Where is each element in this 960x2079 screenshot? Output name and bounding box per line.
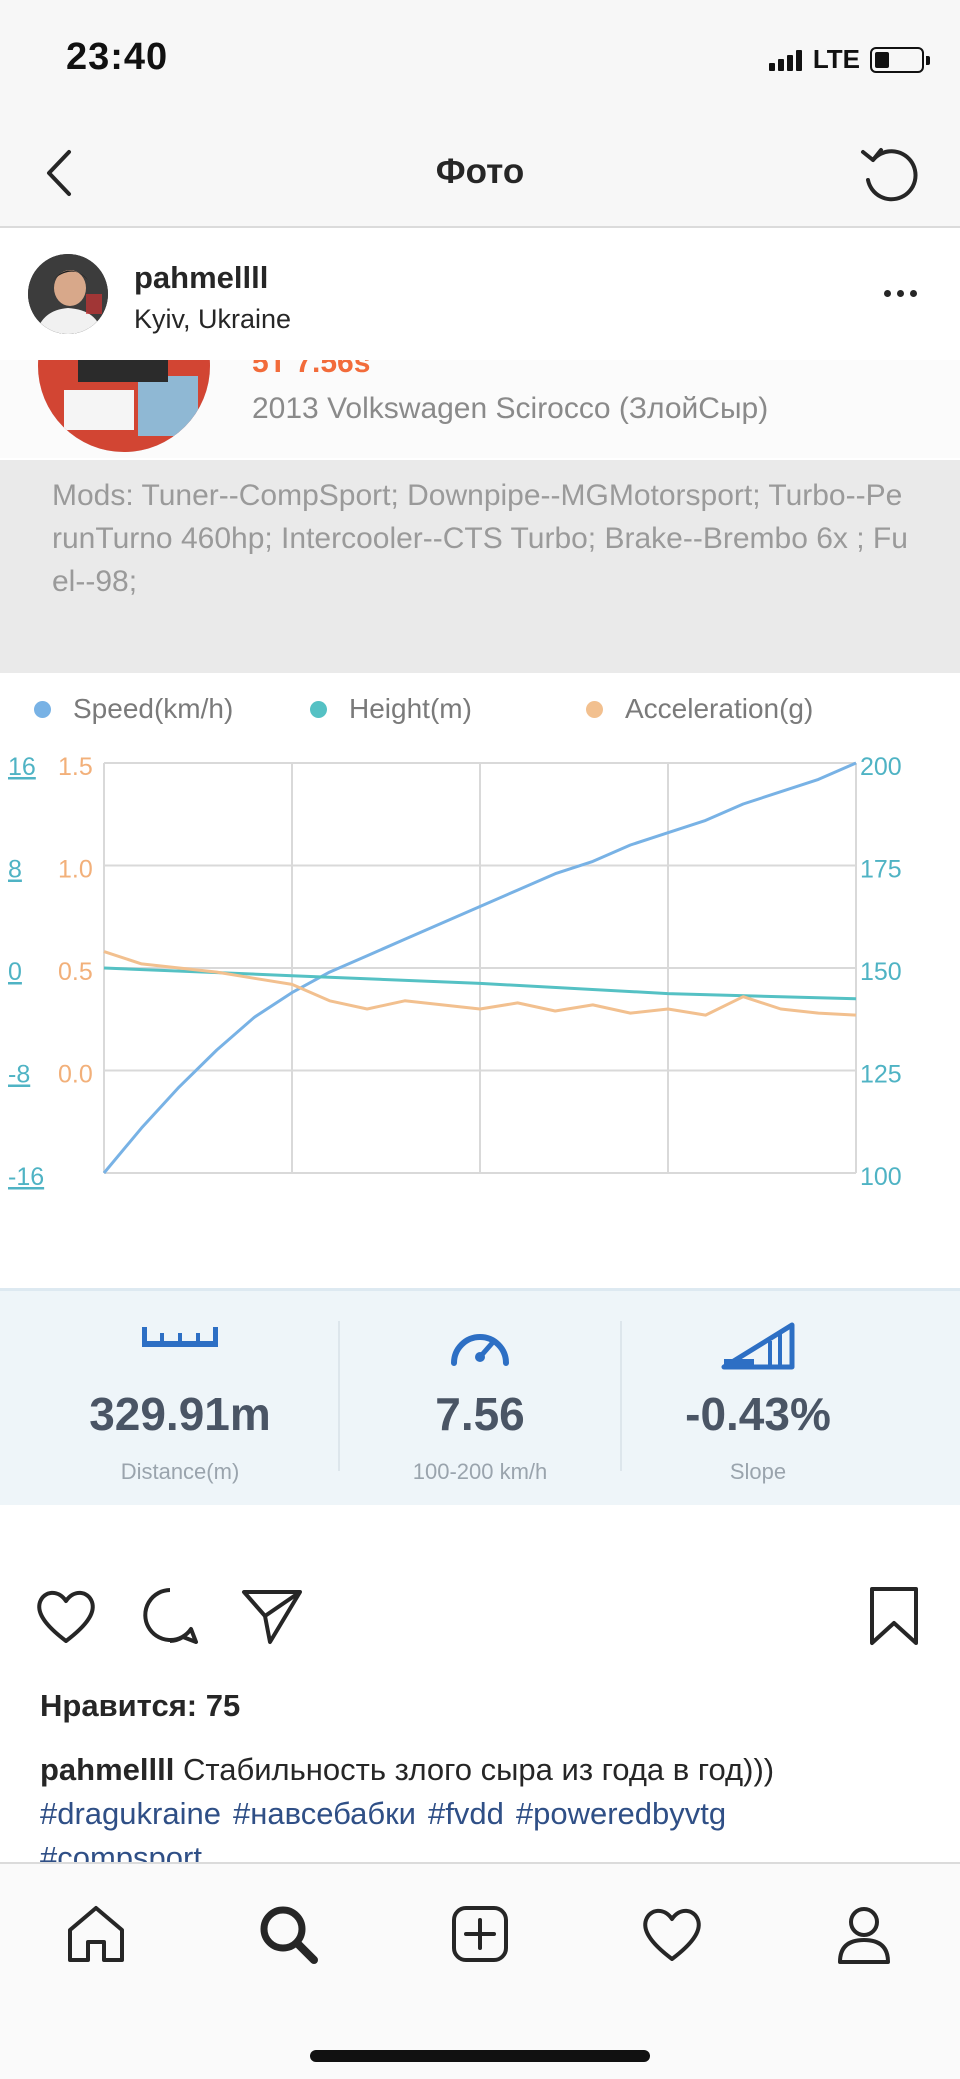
legend-label-acceleration: Acceleration(g) <box>625 693 814 724</box>
stat-slope: -0.43% Slope <box>608 1291 908 1505</box>
tab-home[interactable] <box>60 1898 132 1970</box>
legend-dot-height <box>310 700 327 718</box>
post-actions <box>0 1580 960 1670</box>
status-bar: 23:40 LTE <box>0 0 960 118</box>
y-left2-tick-label: 0.5 <box>58 958 93 986</box>
tab-profile[interactable] <box>828 1898 900 1970</box>
save-button[interactable] <box>858 1580 930 1652</box>
activity-icon <box>643 1908 701 1961</box>
tab-new-post[interactable] <box>444 1898 516 1970</box>
network-label: LTE <box>812 44 860 74</box>
mods-box: Mods: Tuner--CompSport; Downpipe--MGMoto… <box>0 460 960 673</box>
caption: pahmellll Стабильность злого сыра из год… <box>40 1748 940 1792</box>
bookmark-icon <box>870 1587 918 1645</box>
speedometer-icon <box>330 1321 630 1371</box>
hashtag-link[interactable]: #dragukraine <box>40 1796 221 1831</box>
stat-time: 7.56 100-200 km/h <box>330 1291 630 1505</box>
y-left-tick-label: 8 <box>8 856 22 884</box>
stats-panel: 329.91m Distance(m) 7.56 100-200 km/h -0… <box>0 1288 960 1505</box>
y-left2-tick-label: 1.5 <box>58 753 93 781</box>
refresh-icon <box>861 148 918 202</box>
like-button[interactable] <box>30 1580 102 1652</box>
ruler-icon <box>30 1321 330 1371</box>
new-post-icon <box>452 1906 508 1962</box>
post-username[interactable]: pahmellll <box>134 260 268 296</box>
profile-icon <box>838 1907 890 1964</box>
y-right-tick-label: 175 <box>860 856 902 884</box>
y-left-tick-label: -16 <box>8 1163 44 1191</box>
y-left-tick-label: 0 <box>8 958 22 986</box>
hashtag-link[interactable]: #навсебабки <box>233 1796 416 1831</box>
avatar[interactable] <box>28 254 108 334</box>
slope-icon <box>608 1321 908 1371</box>
y-left-tick-label: -8 <box>8 1061 30 1089</box>
signal-icon <box>768 49 805 71</box>
refresh-button[interactable] <box>850 133 930 213</box>
y-left2-tick-label: 1.0 <box>58 856 93 884</box>
hashtag-link[interactable]: #poweredbyvtg <box>516 1796 726 1831</box>
more-options-button[interactable] <box>870 278 930 308</box>
heart-icon <box>37 1590 95 1643</box>
stat-time-label: 100-200 km/h <box>412 1459 548 1484</box>
y-left-tick-label: 16 <box>8 753 36 781</box>
stat-distance: 329.91m Distance(m) <box>30 1291 330 1505</box>
legend-dot-speed <box>34 700 51 718</box>
mods-text: Mods: Tuner--CompSport; Downpipe--MGMoto… <box>52 479 908 598</box>
y-right-tick-label: 200 <box>860 753 902 781</box>
legend-item-acceleration: Acceleration(g) <box>586 693 813 725</box>
caption-text: Стабильность злого сыра из года в год))) <box>183 1752 775 1787</box>
home-icon <box>68 1906 124 1962</box>
legend-label-height: Height(m) <box>349 693 472 724</box>
nav-bar: Фото <box>0 118 960 228</box>
page-title: Фото <box>435 152 525 191</box>
comment-button[interactable] <box>134 1580 206 1652</box>
send-icon <box>242 1590 302 1644</box>
home-indicator <box>310 2050 650 2062</box>
tab-activity[interactable] <box>636 1898 708 1970</box>
search-icon <box>260 1906 318 1964</box>
legend-label-speed: Speed(km/h) <box>73 693 234 724</box>
y-left2-tick-label: 0.0 <box>58 1061 93 1089</box>
chart: 16 8 0 -8 -16 1.5 1.0 0.5 0.0 200 175 150 125 100 <box>8 753 902 1191</box>
hashtag-link[interactable]: #fvdd <box>428 1796 504 1831</box>
photo-avatar <box>38 360 210 452</box>
battery-icon <box>870 46 930 73</box>
comment-icon <box>143 1588 198 1644</box>
post-location[interactable]: Kyiv, Ukraine <box>134 304 291 335</box>
chart-legend: Speed(km/h) Height(m) Acceleration(g) <box>0 673 960 743</box>
likes-count[interactable]: Нравится: 75 <box>40 1688 240 1724</box>
photo-header-area: 5T 7.56s 2013 Volkswagen Scirocco (ЗлойС… <box>0 360 960 458</box>
legend-item-height: Height(m) <box>310 693 472 725</box>
legend-item-speed: Speed(km/h) <box>34 693 233 725</box>
caption-username[interactable]: pahmellll <box>40 1752 174 1787</box>
legend-dot-acceleration <box>586 700 603 718</box>
stat-distance-label: Distance(m) <box>120 1459 240 1484</box>
photo-time-text: 5T 7.56s <box>252 360 371 379</box>
car-title: 2013 Volkswagen Scirocco (ЗлойСыр) <box>252 392 769 425</box>
stat-time-value: 7.56 <box>435 1388 525 1440</box>
tab-bar <box>0 1862 960 2079</box>
status-indicators: LTE <box>768 44 930 75</box>
y-right-tick-label: 150 <box>860 958 902 986</box>
y-right-tick-label: 125 <box>860 1061 902 1089</box>
post-header: pahmellll Kyiv, Ukraine <box>0 230 960 358</box>
stat-slope-label: Slope <box>729 1459 787 1484</box>
stat-slope-value: -0.43% <box>685 1388 831 1440</box>
share-button[interactable] <box>236 1580 308 1652</box>
status-time: 23:40 <box>66 36 169 78</box>
stat-distance-value: 329.91m <box>89 1388 271 1440</box>
tab-search[interactable] <box>252 1898 324 1970</box>
y-right-tick-label: 100 <box>860 1163 902 1191</box>
post-photo: 5T 7.56s 2013 Volkswagen Scirocco (ЗлойС… <box>0 360 960 1505</box>
